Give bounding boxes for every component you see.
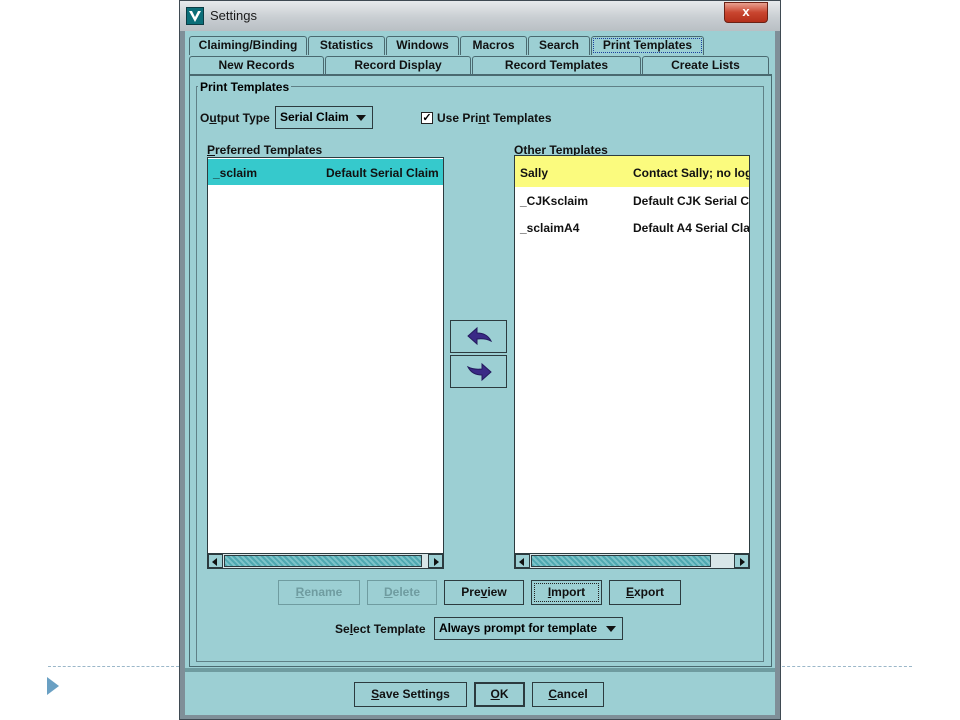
cancel-rest: ancel bbox=[556, 687, 588, 701]
ok-button[interactable]: OK bbox=[474, 682, 525, 707]
title-bar: Settings x bbox=[180, 1, 780, 31]
import-button[interactable]: Import bbox=[531, 580, 602, 605]
arrow-right-curved-icon bbox=[466, 362, 492, 382]
use-print-templates-checkbox[interactable]: ✓ bbox=[421, 112, 433, 124]
settings-client-area: Claiming/Binding Statistics Windows Macr… bbox=[185, 31, 775, 715]
select-template-label-post: ect Template bbox=[353, 622, 426, 636]
preview-button[interactable]: Preview bbox=[444, 580, 524, 605]
chevron-down-icon bbox=[606, 626, 616, 632]
rename-rest: ename bbox=[304, 585, 343, 599]
select-template-dropdown[interactable]: Always prompt for template bbox=[434, 617, 623, 640]
move-to-other-button[interactable] bbox=[450, 355, 507, 388]
select-template-label-pre: Se bbox=[335, 622, 350, 636]
export-rest: xport bbox=[634, 585, 664, 599]
cancel-button[interactable]: Cancel bbox=[532, 682, 604, 707]
slide-divider-right bbox=[782, 666, 912, 667]
window-title: Settings bbox=[210, 8, 257, 23]
other-templates-list[interactable]: Sally Contact Sally; no log _CJKsclaim D… bbox=[514, 155, 750, 569]
rename-mnemonic: R bbox=[295, 585, 305, 599]
output-type-select[interactable]: Serial Claim bbox=[275, 106, 373, 129]
save-settings-button[interactable]: Save Settings bbox=[354, 682, 467, 707]
move-to-preferred-button[interactable] bbox=[450, 320, 507, 353]
preferred-templates-label: Preferred Templates bbox=[207, 143, 322, 157]
scroll-right-button[interactable] bbox=[734, 554, 749, 568]
save-mnemonic: S bbox=[371, 687, 380, 701]
output-type-label-u: u bbox=[209, 111, 217, 125]
preferred-label-post: referred Templates bbox=[215, 143, 323, 157]
slide-divider-left bbox=[48, 666, 179, 667]
output-type-value: Serial Claim bbox=[280, 110, 349, 124]
template-name: _sclaim bbox=[213, 166, 258, 180]
select-template-value: Always prompt for template bbox=[439, 621, 598, 635]
template-description: Default Serial Claim bbox=[326, 166, 439, 180]
app-logo-icon bbox=[186, 7, 204, 25]
tab-print-templates[interactable]: Print Templates bbox=[591, 36, 704, 55]
preview-rest: iew bbox=[487, 585, 507, 599]
tab-new-records[interactable]: New Records bbox=[189, 56, 324, 75]
delete-mnemonic: D bbox=[383, 585, 393, 599]
save-rest: ave Settings bbox=[379, 687, 450, 701]
other-horizontal-scrollbar[interactable] bbox=[515, 553, 749, 568]
use-print-templates-label: Use Print Templates bbox=[437, 111, 552, 125]
template-name: _CJKsclaim bbox=[520, 194, 589, 208]
arrow-right-icon bbox=[740, 558, 745, 566]
list-item[interactable]: _sclaimA4 Default A4 Serial Cla bbox=[515, 214, 750, 240]
arrow-left-curved-icon bbox=[467, 326, 493, 346]
rename-button[interactable]: Rename bbox=[278, 580, 360, 605]
tab-search[interactable]: Search bbox=[528, 36, 590, 55]
ok-rest: K bbox=[499, 687, 509, 701]
use-print-templates-label-post: t Templates bbox=[485, 111, 552, 125]
list-item[interactable]: _sclaim Default Serial Claim bbox=[208, 159, 443, 185]
arrow-right-icon bbox=[434, 558, 439, 566]
template-description: Contact Sally; no log bbox=[633, 166, 750, 180]
template-name: _sclaimA4 bbox=[520, 221, 580, 235]
output-type-label-post: tput Type bbox=[216, 111, 270, 125]
delete-button[interactable]: Delete bbox=[367, 580, 437, 605]
tab-macros[interactable]: Macros bbox=[460, 36, 527, 55]
scroll-right-button[interactable] bbox=[428, 554, 443, 568]
tab-claiming-binding[interactable]: Claiming/Binding bbox=[189, 36, 307, 55]
preferred-templates-list[interactable]: _sclaim Default Serial Claim bbox=[207, 157, 444, 569]
tab-statistics[interactable]: Statistics bbox=[308, 36, 385, 55]
tab-create-lists[interactable]: Create Lists bbox=[642, 56, 769, 75]
use-print-templates-label-pre: Use Pri bbox=[437, 111, 479, 125]
scroll-left-button[interactable] bbox=[208, 554, 223, 568]
group-title: Print Templates bbox=[198, 80, 292, 94]
list-item[interactable]: Sally Contact Sally; no log bbox=[515, 156, 750, 187]
delete-rest: elete bbox=[392, 585, 421, 599]
template-description: Default CJK Serial C bbox=[633, 194, 750, 208]
template-description: Default A4 Serial Cla bbox=[633, 221, 750, 235]
ok-mnemonic: O bbox=[490, 687, 500, 701]
scroll-thumb[interactable] bbox=[531, 555, 711, 567]
chevron-down-icon bbox=[356, 115, 366, 121]
select-template-label: Select Template bbox=[335, 622, 426, 636]
output-type-label: Output Type bbox=[200, 111, 270, 125]
output-type-label-pre: O bbox=[200, 111, 210, 125]
cancel-mnemonic: C bbox=[548, 687, 557, 701]
export-mnemonic: E bbox=[625, 585, 634, 599]
arrow-left-icon bbox=[212, 558, 217, 566]
use-print-templates-label-u: n bbox=[478, 111, 486, 125]
scroll-left-button[interactable] bbox=[515, 554, 530, 568]
template-name: Sally bbox=[520, 166, 549, 180]
close-button[interactable]: x bbox=[724, 2, 768, 23]
export-button[interactable]: Export bbox=[609, 580, 681, 605]
list-item[interactable]: _CJKsclaim Default CJK Serial C bbox=[515, 187, 750, 213]
slide-bullet-icon bbox=[47, 677, 59, 695]
scroll-thumb[interactable] bbox=[224, 555, 422, 567]
preferred-label-u: P bbox=[207, 143, 216, 157]
preview-pre: Pre bbox=[461, 585, 481, 599]
tab-windows[interactable]: Windows bbox=[386, 36, 459, 55]
footer-separator bbox=[185, 668, 775, 672]
arrow-left-icon bbox=[519, 558, 524, 566]
settings-window: Settings x Claiming/Binding Statistics W… bbox=[179, 0, 781, 720]
import-rest: mport bbox=[551, 585, 586, 599]
tab-record-templates[interactable]: Record Templates bbox=[472, 56, 641, 75]
preferred-horizontal-scrollbar[interactable] bbox=[208, 553, 443, 568]
tab-record-display[interactable]: Record Display bbox=[325, 56, 471, 75]
